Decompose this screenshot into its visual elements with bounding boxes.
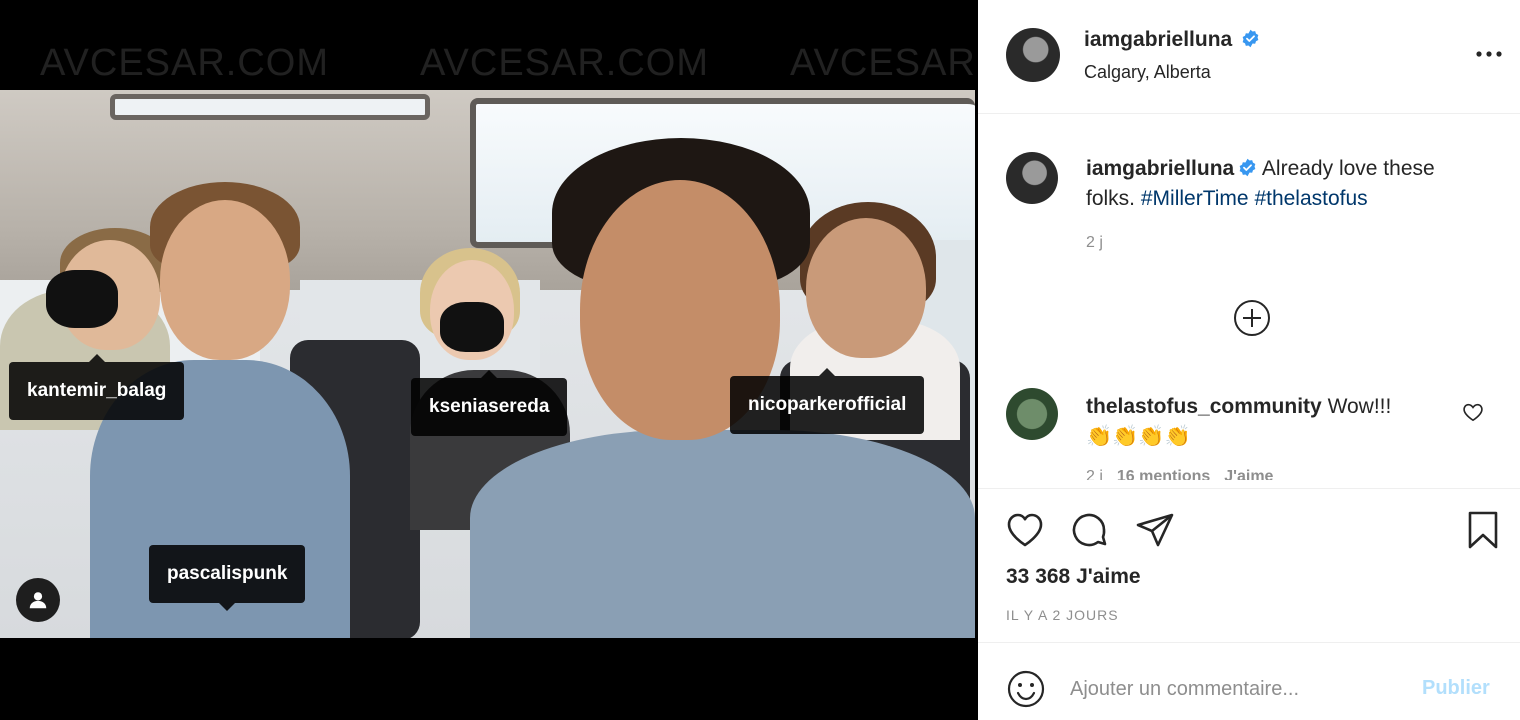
comment-time: 2 j xyxy=(1086,468,1103,480)
like-count[interactable]: 33 368 J'aime xyxy=(1006,565,1141,589)
user-tags-icon xyxy=(29,592,47,609)
user-tag[interactable]: pascalispunk xyxy=(149,545,306,611)
comment-text: Wow!!! xyxy=(1327,395,1392,418)
post-date: IL Y A 2 JOURS xyxy=(1006,607,1119,623)
watermark: AVCESAR.COM xyxy=(790,42,978,84)
user-tag[interactable]: kseniasereda xyxy=(411,370,568,436)
avatar[interactable] xyxy=(1006,152,1058,204)
bookmark-icon[interactable] xyxy=(1462,509,1504,551)
user-tags-button[interactable] xyxy=(16,578,60,622)
comment-icon[interactable] xyxy=(1068,509,1110,551)
more-icon[interactable] xyxy=(1474,46,1504,62)
post-media[interactable]: AVCESAR.COM AVCESAR.COM AVCESAR.COM xyxy=(0,0,978,720)
load-more-icon[interactable] xyxy=(1232,298,1272,338)
hashtag-link[interactable]: #thelastofus xyxy=(1254,187,1367,210)
post-button[interactable]: Publier xyxy=(1422,677,1490,700)
hashtag-link[interactable]: #MillerTime xyxy=(1141,187,1249,210)
comment-emoji: 👏👏👏👏 xyxy=(1086,425,1191,448)
caption-username[interactable]: iamgabrielluna xyxy=(1086,157,1234,180)
verified-icon xyxy=(1242,29,1259,48)
share-icon[interactable] xyxy=(1134,509,1176,551)
comment-item: thelastofus_community Wow!!! 👏👏👏👏 2 j 16 … xyxy=(978,388,1520,480)
user-tag[interactable]: kantemir_balag xyxy=(9,354,185,420)
post-header: iamgabrielluna Calgary, Alberta xyxy=(978,0,1520,114)
emoji-icon[interactable] xyxy=(1006,669,1046,709)
location-link[interactable]: Calgary, Alberta xyxy=(1084,62,1211,83)
caption-time: 2 j xyxy=(1086,234,1103,251)
comment-likes[interactable]: 16 mentions xyxy=(1117,468,1210,480)
avatar[interactable] xyxy=(1006,28,1060,82)
post-sidebar: iamgabrielluna Calgary, Alberta iamgabri… xyxy=(978,0,1520,720)
heart-icon[interactable] xyxy=(1462,402,1484,422)
comment-input[interactable] xyxy=(1070,673,1390,705)
heart-icon[interactable] xyxy=(1004,509,1046,551)
verified-icon xyxy=(1239,158,1256,177)
username-link[interactable]: iamgabrielluna xyxy=(1084,28,1232,51)
user-tag[interactable]: nicoparkerofficial xyxy=(730,368,925,434)
avatar[interactable] xyxy=(1006,388,1058,440)
watermark: AVCESAR.COM xyxy=(420,42,710,84)
comment-like-button[interactable]: J'aime xyxy=(1224,468,1273,480)
comment-composer: Publier xyxy=(978,642,1520,720)
comment-username[interactable]: thelastofus_community xyxy=(1086,395,1322,418)
watermark: AVCESAR.COM xyxy=(40,42,330,84)
post-actions: 33 368 J'aime IL Y A 2 JOURS xyxy=(978,488,1520,648)
